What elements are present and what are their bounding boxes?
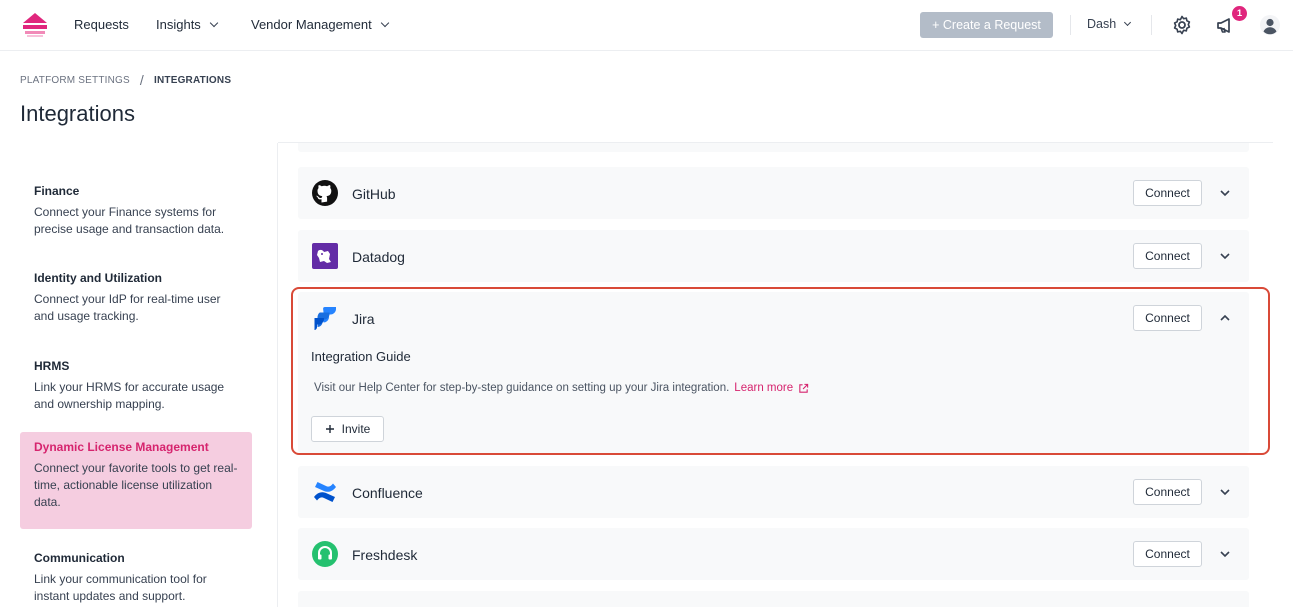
nav-requests-label: Requests	[74, 17, 129, 32]
page-title: Integrations	[20, 101, 135, 126]
sidebar-item-finance[interactable]: Finance Connect your Finance systems for…	[20, 176, 252, 246]
sidebar-item-title: Communication	[34, 551, 125, 565]
connect-button[interactable]: Connect	[1133, 479, 1202, 505]
sidebar-item-title: Identity and Utilization	[34, 271, 162, 285]
chevron-down-icon[interactable]	[1219, 548, 1231, 560]
connect-button[interactable]: Connect	[1133, 541, 1202, 567]
integration-card-github: GitHub Connect	[298, 167, 1249, 219]
integration-card-partial	[298, 591, 1249, 607]
workspace-dropdown[interactable]: Dash	[1087, 17, 1132, 31]
nav-vendor-management[interactable]: Vendor Management	[251, 17, 389, 32]
card-header[interactable]: Confluence Connect	[298, 466, 1249, 518]
chevron-down-icon[interactable]	[1219, 250, 1231, 262]
notification-badge: 1	[1232, 6, 1247, 21]
card-header[interactable]: GitHub Connect	[298, 167, 1249, 219]
sidebar-item-desc: Connect your Finance systems for precise…	[34, 205, 225, 236]
sidebar-item-desc: Link your HRMS for accurate usage and ow…	[34, 380, 225, 411]
connect-button[interactable]: Connect	[1133, 243, 1202, 269]
sidebar-item-title: Finance	[34, 184, 80, 198]
sidebar-item-hrms[interactable]: HRMS Link your HRMS for accurate usage a…	[20, 351, 252, 421]
integration-name: Freshdesk	[352, 547, 418, 563]
divider	[1070, 15, 1071, 35]
nav-requests[interactable]: Requests	[74, 17, 129, 32]
create-request-label: + Create a Request	[932, 18, 1041, 32]
chevron-down-icon	[1124, 18, 1132, 26]
chevron-down-icon	[380, 18, 389, 27]
nav-insights-label: Insights	[156, 17, 201, 32]
notification-count: 1	[1236, 8, 1243, 19]
highlight-box	[291, 287, 1270, 455]
sidebar-item-title: HRMS	[34, 359, 70, 373]
workspace-label: Dash	[1087, 17, 1117, 31]
sidebar-item-desc: Link your communication tool for instant…	[34, 572, 207, 603]
integration-name: GitHub	[352, 186, 396, 202]
freshdesk-logo-icon	[312, 541, 338, 567]
breadcrumb-current: INTEGRATIONS	[153, 74, 232, 86]
sidebar-item-identity[interactable]: Identity and Utilization Connect your Id…	[20, 263, 252, 333]
card-header[interactable]: Freshdesk Connect	[298, 528, 1249, 580]
integration-card-confluence: Confluence Connect	[298, 466, 1249, 518]
breadcrumb-platform-settings[interactable]: PLATFORM SETTINGS	[20, 75, 130, 86]
integration-name: Datadog	[352, 249, 405, 265]
sidebar-item-title: Dynamic License Management	[34, 440, 209, 454]
integration-name: Confluence	[352, 485, 423, 501]
top-navbar: Requests Insights Vendor Management + Cr…	[0, 0, 1293, 51]
nav-vendor-management-label: Vendor Management	[251, 17, 372, 32]
integration-card-partial	[298, 143, 1249, 152]
github-logo-icon	[312, 180, 338, 206]
app-logo[interactable]	[22, 12, 48, 38]
sidebar-item-communication[interactable]: Communication Link your communication to…	[20, 543, 252, 607]
breadcrumb-separator: /	[139, 72, 144, 88]
chevron-down-icon[interactable]	[1219, 187, 1231, 199]
category-sidebar: Finance Connect your Finance systems for…	[20, 143, 278, 607]
gear-icon[interactable]	[1170, 13, 1194, 37]
create-request-button[interactable]: + Create a Request	[920, 12, 1053, 38]
sidebar-item-dynamic-license[interactable]: Dynamic License Management Connect your …	[20, 432, 252, 529]
card-header[interactable]: Datadog Connect	[298, 230, 1249, 282]
sidebar-item-desc: Connect your favorite tools to get real-…	[34, 461, 238, 509]
integration-card-datadog: Datadog Connect	[298, 230, 1249, 282]
chevron-down-icon	[209, 18, 219, 27]
nav-insights[interactable]: Insights	[156, 17, 219, 32]
user-avatar-icon[interactable]	[1258, 13, 1282, 37]
breadcrumb: PLATFORM SETTINGS / INTEGRATIONS	[20, 72, 231, 88]
sidebar-item-desc: Connect your IdP for real-time user and …	[34, 292, 221, 323]
datadog-logo-icon	[312, 243, 338, 269]
divider	[1151, 15, 1152, 35]
connect-button[interactable]: Connect	[1133, 180, 1202, 206]
integration-card-freshdesk: Freshdesk Connect	[298, 528, 1249, 580]
confluence-logo-icon	[314, 482, 336, 502]
chevron-down-icon[interactable]	[1219, 486, 1231, 498]
